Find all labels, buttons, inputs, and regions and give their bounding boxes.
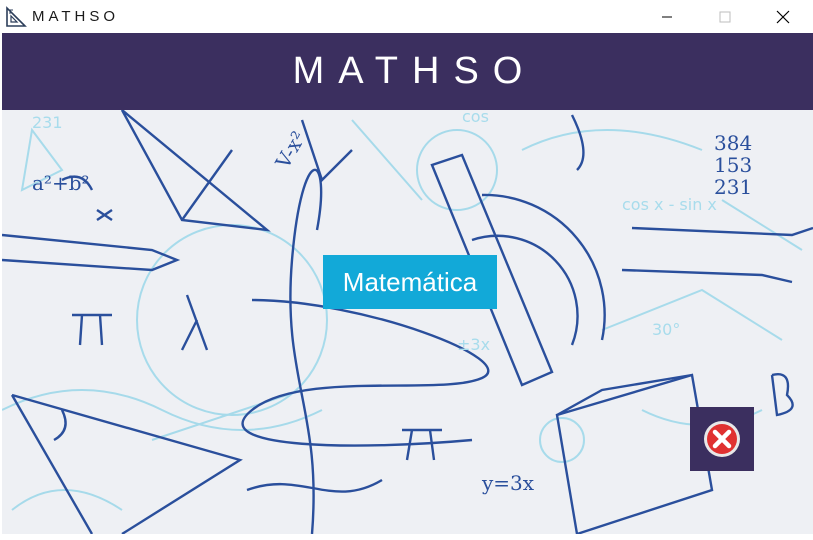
exit-button[interactable] <box>690 407 754 471</box>
maximize-icon <box>719 11 731 22</box>
svg-text:±3x: ±3x <box>457 335 490 354</box>
set-square-icon <box>6 6 27 27</box>
minimize-button[interactable] <box>644 0 690 33</box>
red-x-icon <box>704 421 740 457</box>
header-title: MATHSO <box>292 50 537 92</box>
window-bottom-edge <box>0 534 813 540</box>
svg-text:a²+b²: a²+b² <box>32 171 90 195</box>
maximize-button[interactable] <box>702 0 748 33</box>
minimize-icon <box>662 16 672 17</box>
svg-text:y=3x: y=3x <box>481 471 535 495</box>
svg-text:30°: 30° <box>652 320 680 339</box>
close-icon <box>776 10 790 23</box>
svg-text:231: 231 <box>714 175 752 199</box>
svg-text:384: 384 <box>714 131 752 155</box>
main-area: 384 153 231 V-x² y=3x a²+b² cos x - sin … <box>2 110 813 534</box>
close-button[interactable] <box>760 0 806 33</box>
svg-text:cos x - sin x: cos x - sin x <box>622 195 717 214</box>
matematica-button[interactable]: Matemática <box>323 255 497 309</box>
title-bar[interactable]: MATHSO <box>0 0 813 33</box>
app-window: MATHSO MATHSO 384 153 231 V-x² y=3x a²+b… <box>0 0 813 540</box>
window-title: MATHSO <box>32 8 120 25</box>
svg-text:231: 231 <box>32 113 63 132</box>
svg-text:153: 153 <box>714 153 752 177</box>
svg-text:cos: cos <box>462 110 489 126</box>
header-banner: MATHSO <box>2 33 813 110</box>
svg-text:V-x²: V-x² <box>270 127 311 173</box>
